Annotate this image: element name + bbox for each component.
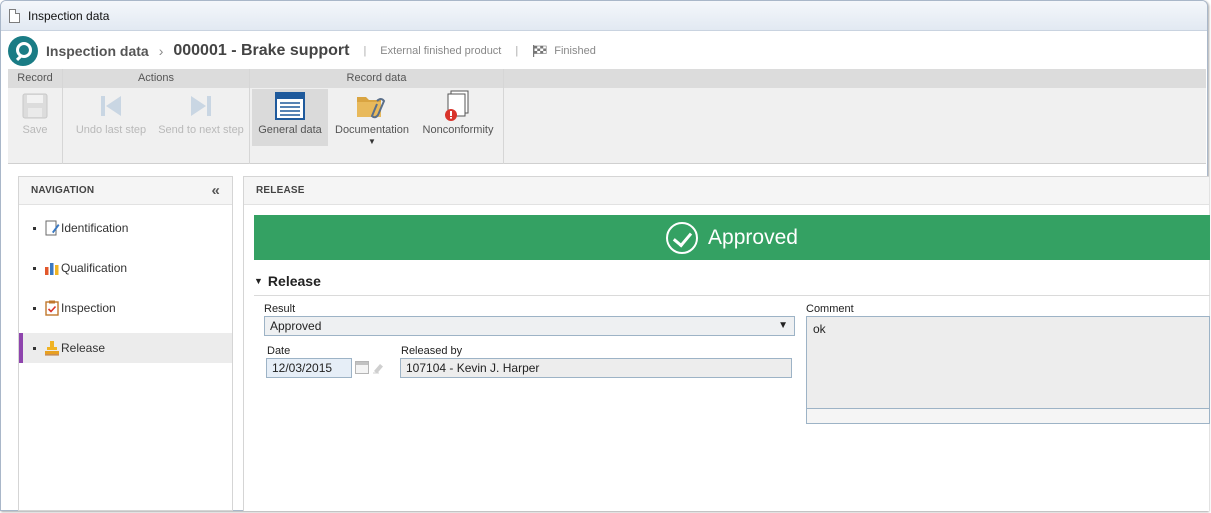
save-button[interactable]: Save (10, 89, 60, 146)
dropdown-arrow-icon: ▼ (778, 320, 788, 331)
approval-status-text: Approved (708, 225, 798, 249)
date-label: Date (267, 345, 291, 357)
form-list-icon (275, 92, 305, 120)
nav-item-label: Inspection (61, 301, 116, 315)
navigation-header: NAVIGATION « (19, 177, 232, 205)
nav-item-identification[interactable]: Identification (19, 213, 232, 243)
release-panel-header: RELEASE (244, 177, 1209, 205)
bullet (33, 346, 36, 350)
send-to-next-step-label: Send to next step (158, 124, 244, 136)
bullet (33, 226, 36, 230)
nonconformity-button[interactable]: Nonconformity (418, 89, 498, 146)
bullet (33, 266, 36, 270)
result-value: Approved (270, 319, 322, 333)
date-value: 12/03/2015 (272, 361, 333, 375)
window-title: Inspection data (28, 8, 110, 23)
approval-banner: Approved (254, 215, 1210, 260)
ribbon-group-title-empty (504, 69, 1206, 88)
nav-item-inspection[interactable]: Inspection (19, 293, 232, 323)
search-logo-icon (8, 36, 38, 66)
nav-item-label: Release (61, 341, 106, 355)
general-data-button[interactable]: General data (252, 89, 328, 146)
nav-item-label: Qualification (61, 261, 128, 275)
released-by-label: Released by (401, 345, 463, 357)
navigation-title: NAVIGATION (31, 185, 95, 196)
separator: | (363, 45, 367, 57)
skip-forward-icon (191, 96, 211, 116)
comment-label: Comment (806, 303, 854, 315)
release-panel-title: RELEASE (256, 185, 305, 196)
documentation-label: Documentation (335, 124, 409, 136)
separator: | (515, 45, 519, 57)
caret-down-icon: ▼ (254, 276, 263, 286)
result-label: Result (264, 303, 296, 315)
document-icon (9, 8, 20, 23)
general-data-label: General data (258, 124, 322, 136)
nonconformity-label: Nonconformity (422, 124, 494, 136)
undo-last-step-label: Undo last step (75, 124, 147, 136)
chevron-right-icon: › (158, 43, 164, 59)
status-badge: Finished (554, 45, 596, 57)
save-label: Save (22, 124, 48, 136)
checkered-flag-icon (533, 45, 547, 57)
undo-last-step-button[interactable]: Undo last step (68, 89, 154, 146)
breadcrumb: Inspection data › 000001 - Brake support… (8, 33, 1206, 69)
navigation-panel: NAVIGATION « Identification Qualificatio… (18, 176, 233, 511)
collapse-icon[interactable]: « (211, 177, 220, 205)
calendar-icon[interactable] (355, 361, 369, 374)
page-title: 000001 - Brake support (173, 42, 350, 59)
ribbon-group-title: Record (8, 69, 62, 88)
section-title: Release (267, 273, 321, 289)
title-bar: Inspection data (1, 1, 1207, 31)
breadcrumb-module[interactable]: Inspection data (46, 43, 149, 59)
caret-down-icon: ▼ (368, 137, 376, 146)
nav-item-qualification[interactable]: Qualification (19, 253, 232, 283)
ribbon-group-empty (504, 69, 1206, 164)
comment-textarea[interactable]: ok (806, 316, 1210, 424)
document-edit-icon (44, 220, 60, 236)
nav-item-label: Identification (61, 221, 129, 235)
date-field[interactable]: 12/03/2015 (266, 358, 352, 378)
check-circle-icon (666, 221, 699, 254)
released-by-value: 107104 - Kevin J. Harper (406, 361, 540, 375)
product-type: External finished product (380, 45, 502, 57)
ribbon-group-title: Record data (250, 69, 503, 88)
documents-warning-icon (445, 90, 469, 121)
bar-chart-icon (44, 260, 60, 276)
clipboard-check-icon (44, 300, 60, 316)
nav-item-release[interactable]: Release (19, 333, 232, 363)
comment-footer (807, 408, 1209, 423)
ribbon-toolbar: Record Actions Record data Save Undo las… (8, 69, 1206, 164)
skip-back-icon (101, 96, 121, 116)
documentation-button[interactable]: Documentation ▼ (332, 89, 412, 146)
comment-value: ok (813, 322, 826, 336)
stamp-icon (44, 340, 60, 356)
release-panel: RELEASE Approved ▼ Release Result Approve… (243, 176, 1210, 511)
bullet (33, 306, 36, 310)
floppy-disk-icon (22, 93, 48, 119)
result-select[interactable]: Approved ▼ (264, 316, 795, 336)
release-section-header[interactable]: ▼ Release (254, 273, 321, 289)
divider (254, 295, 1210, 296)
released-by-field[interactable]: 107104 - Kevin J. Harper (400, 358, 792, 378)
folder-paperclip-icon (357, 97, 386, 119)
ribbon-group-title: Actions (63, 69, 249, 88)
clear-date-icon[interactable] (372, 361, 385, 374)
send-to-next-step-button[interactable]: Send to next step (154, 89, 248, 146)
